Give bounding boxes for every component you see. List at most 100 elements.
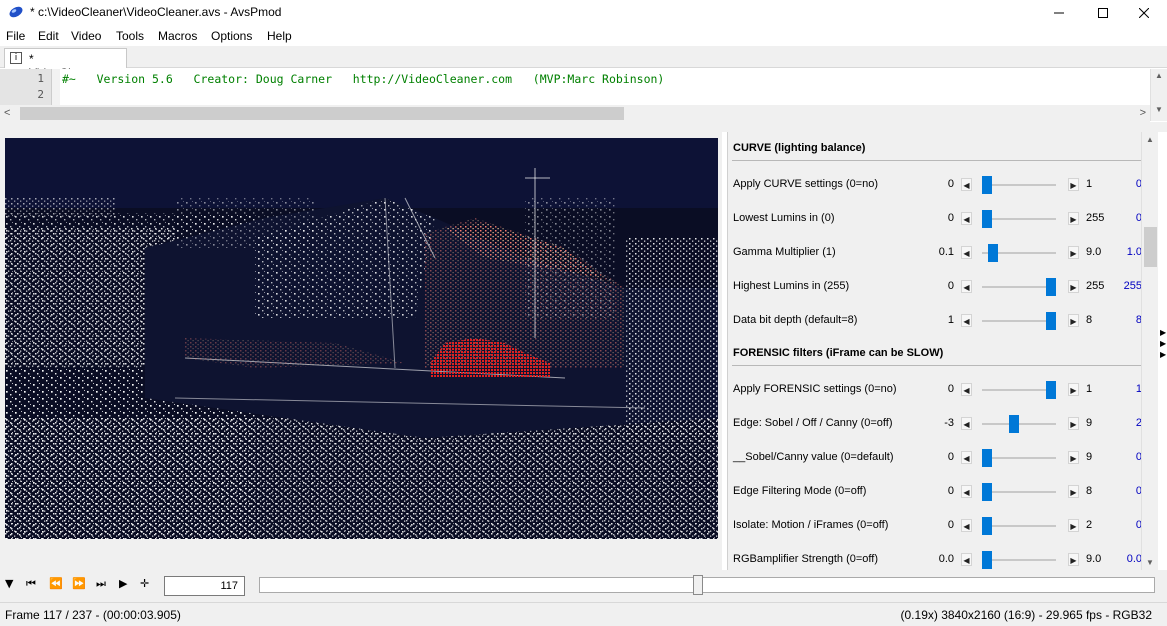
increment-arrow-icon[interactable]: ▶ xyxy=(1068,553,1079,566)
menu-tools[interactable]: Tools xyxy=(116,29,144,43)
slider-min: 0 xyxy=(947,280,954,292)
decrement-arrow-icon[interactable]: ◀ xyxy=(961,383,972,396)
slider-track[interactable] xyxy=(982,559,1056,561)
slider-max: 8 xyxy=(1086,485,1093,497)
increment-arrow-icon[interactable]: ▶ xyxy=(1068,280,1079,293)
prev-frame-icon[interactable]: ⏪ xyxy=(49,577,63,590)
expand-arrow-icon[interactable]: ▶ xyxy=(1160,338,1167,349)
menu-video[interactable]: Video xyxy=(71,29,101,43)
decrement-arrow-icon[interactable]: ◀ xyxy=(961,246,972,259)
slider-row: Apply CURVE settings (0=no) 0 ◀ ▶ 1 0 xyxy=(728,175,1142,195)
slider-track[interactable] xyxy=(982,457,1056,459)
scroll-left-icon[interactable]: < xyxy=(4,107,10,119)
menu-help[interactable]: Help xyxy=(267,29,292,43)
slider-track[interactable] xyxy=(982,389,1056,391)
close-icon xyxy=(1139,7,1149,18)
scrollbar-thumb[interactable] xyxy=(20,107,624,120)
fold-margin xyxy=(52,69,60,105)
slider-track[interactable] xyxy=(982,184,1056,186)
video-info-status: (0.19x) 3840x2160 (16:9) - 29.965 fps - … xyxy=(900,608,1152,622)
scroll-right-icon[interactable]: > xyxy=(1140,107,1146,119)
video-preview-area xyxy=(0,132,722,570)
decrement-arrow-icon[interactable]: ◀ xyxy=(961,417,972,430)
scroll-up-icon[interactable]: ▲ xyxy=(1146,135,1154,144)
slider-thumb[interactable] xyxy=(1046,381,1056,399)
increment-arrow-icon[interactable]: ▶ xyxy=(1068,485,1079,498)
script-editor[interactable]: 1 2 #~ Version 5.6 Creator: Doug Carner … xyxy=(0,69,1167,121)
slider-row: Lowest Lumins in (0) 0 ◀ ▶ 255 0 xyxy=(728,209,1142,229)
slider-min: 1 xyxy=(947,314,954,326)
menu-triangle-icon[interactable]: ▼ xyxy=(5,577,13,590)
slider-row: RGBamplifier Strength (0=off) 0.0 ◀ ▶ 9.0 0.0 xyxy=(728,550,1142,570)
menu-options[interactable]: Options xyxy=(211,29,252,43)
play-icon[interactable]: ▶ xyxy=(119,577,127,590)
first-frame-icon[interactable]: ⏮ xyxy=(26,577,36,591)
expand-arrow-icon[interactable]: ▶ xyxy=(1160,349,1167,360)
editor-horizontal-scrollbar[interactable]: < > xyxy=(0,105,1150,122)
slider-track[interactable] xyxy=(982,423,1056,425)
tab-strip: i * VideoCleaner.avs xyxy=(0,46,1167,80)
panel-vertical-scrollbar[interactable]: ▲ ▼ xyxy=(1141,132,1158,570)
scroll-down-icon[interactable]: ▼ xyxy=(1146,558,1154,567)
increment-arrow-icon[interactable]: ▶ xyxy=(1068,314,1079,327)
increment-arrow-icon[interactable]: ▶ xyxy=(1068,519,1079,532)
increment-arrow-icon[interactable]: ▶ xyxy=(1068,451,1079,464)
decrement-arrow-icon[interactable]: ◀ xyxy=(961,553,972,566)
slider-row: Edge: Sobel / Off / Canny (0=off) -3 ◀ ▶ 9 2 xyxy=(728,414,1142,434)
slider-thumb[interactable] xyxy=(982,176,992,194)
decrement-arrow-icon[interactable]: ◀ xyxy=(961,451,972,464)
slider-track[interactable] xyxy=(982,491,1056,493)
scrollbar-thumb[interactable] xyxy=(1144,227,1157,267)
line-number: 2 xyxy=(37,88,44,101)
section-title: FORENSIC filters (iFrame can be SLOW) xyxy=(733,347,944,359)
slider-thumb[interactable] xyxy=(982,483,992,501)
slider-track[interactable] xyxy=(982,286,1056,288)
minimize-icon xyxy=(1054,12,1064,13)
slider-track[interactable] xyxy=(982,525,1056,527)
slider-thumb[interactable] xyxy=(1009,415,1019,433)
decrement-arrow-icon[interactable]: ◀ xyxy=(961,280,972,293)
seek-bar[interactable] xyxy=(259,575,1155,595)
frame-number-input[interactable]: 117 xyxy=(164,576,245,596)
close-button[interactable] xyxy=(1121,0,1167,25)
last-frame-icon[interactable]: ⏭ xyxy=(96,577,106,591)
decrement-arrow-icon[interactable]: ◀ xyxy=(961,178,972,191)
slider-thumb[interactable] xyxy=(982,449,992,467)
maximize-button[interactable] xyxy=(1080,0,1126,25)
crosshair-icon[interactable]: ✛ xyxy=(140,577,149,590)
increment-arrow-icon[interactable]: ▶ xyxy=(1068,246,1079,259)
scroll-down-icon[interactable]: ▼ xyxy=(1155,105,1163,114)
increment-arrow-icon[interactable]: ▶ xyxy=(1068,178,1079,191)
slider-track[interactable] xyxy=(982,218,1056,220)
menu-edit[interactable]: Edit xyxy=(38,29,59,43)
minimize-button[interactable] xyxy=(1036,0,1082,25)
code-line[interactable]: #~ Version 5.6 Creator: Doug Carner http… xyxy=(62,72,664,86)
decrement-arrow-icon[interactable]: ◀ xyxy=(961,212,972,225)
collapse-arrows[interactable]: ▶ ▶ ▶ xyxy=(1160,327,1167,360)
video-preview-frame[interactable] xyxy=(5,138,718,539)
expand-arrow-icon[interactable]: ▶ xyxy=(1160,327,1167,338)
scroll-up-icon[interactable]: ▲ xyxy=(1155,71,1163,80)
slider-thumb[interactable] xyxy=(982,551,992,569)
increment-arrow-icon[interactable]: ▶ xyxy=(1068,212,1079,225)
slider-track[interactable] xyxy=(982,320,1056,322)
slider-value: 1.0 xyxy=(1126,246,1142,258)
decrement-arrow-icon[interactable]: ◀ xyxy=(961,485,972,498)
increment-arrow-icon[interactable]: ▶ xyxy=(1068,417,1079,430)
menu-file[interactable]: File xyxy=(6,29,25,43)
menu-macros[interactable]: Macros xyxy=(158,29,197,43)
slider-thumb[interactable] xyxy=(982,210,992,228)
slider-max: 1 xyxy=(1086,383,1093,395)
slider-thumb[interactable] xyxy=(1046,312,1056,330)
increment-arrow-icon[interactable]: ▶ xyxy=(1068,383,1079,396)
splitter[interactable] xyxy=(0,122,1167,132)
seek-thumb[interactable] xyxy=(693,575,703,595)
editor-vertical-scrollbar[interactable]: ▲ ▼ xyxy=(1150,69,1167,121)
next-frame-icon[interactable]: ⏩ xyxy=(72,577,86,590)
slider-thumb[interactable] xyxy=(1046,278,1056,296)
tab-videocleaner[interactable]: i * VideoCleaner.avs xyxy=(4,48,127,80)
slider-thumb[interactable] xyxy=(982,517,992,535)
decrement-arrow-icon[interactable]: ◀ xyxy=(961,314,972,327)
decrement-arrow-icon[interactable]: ◀ xyxy=(961,519,972,532)
slider-thumb[interactable] xyxy=(988,244,998,262)
